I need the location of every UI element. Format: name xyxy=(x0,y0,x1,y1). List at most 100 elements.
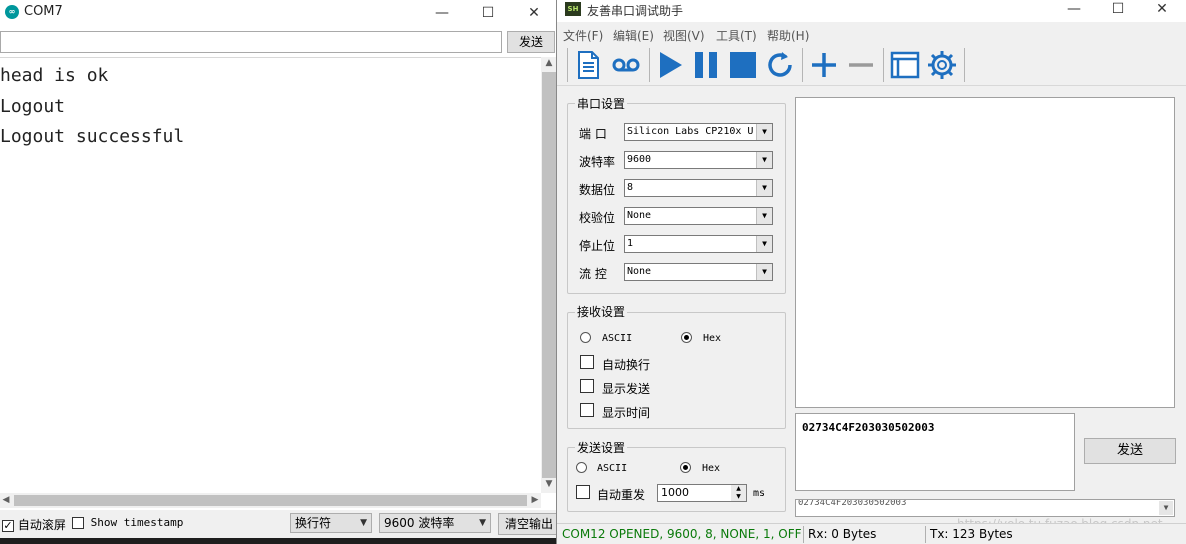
send-hex-radio[interactable] xyxy=(680,462,691,473)
window-icon[interactable] xyxy=(888,48,922,82)
recv-hex-radio[interactable] xyxy=(681,332,692,343)
chevron-down-icon: ▼ xyxy=(756,124,772,140)
send-settings-title: 发送设置 xyxy=(575,439,628,456)
minimize-icon[interactable]: — xyxy=(1051,0,1097,20)
databits-select[interactable]: 8 ▼ xyxy=(624,179,773,197)
close-icon[interactable]: ✕ xyxy=(1139,0,1185,20)
chevron-down-icon: ▼ xyxy=(360,518,367,528)
line-ending-value: 换行符 xyxy=(295,516,332,530)
output-line: Logout successful xyxy=(0,126,185,147)
stopbits-select[interactable]: 1 ▼ xyxy=(624,235,773,253)
close-icon[interactable]: ✕ xyxy=(511,0,557,26)
arduino-serial-monitor-window: ∞ COM7 — ☐ ✕ 发送 head is ok Logout Logout… xyxy=(0,0,557,544)
timestamp-checkbox[interactable]: Show timestamp xyxy=(72,516,183,529)
refresh-icon[interactable] xyxy=(763,48,797,82)
menu-view[interactable]: 视图(V) xyxy=(663,27,705,44)
parity-value: None xyxy=(627,210,652,221)
flow-value: None xyxy=(627,266,652,277)
scroll-right-icon[interactable]: ▶ xyxy=(529,495,541,505)
serial-input[interactable] xyxy=(0,31,502,53)
auto-resend-label: 自动重发 xyxy=(597,488,646,502)
send-textarea[interactable]: 02734C4F203030502003 xyxy=(795,413,1075,491)
send-history-combo[interactable]: 02734C4F203030502003 ▼ xyxy=(795,499,1175,517)
baud-label: 波特率 xyxy=(579,155,616,169)
pause-icon[interactable] xyxy=(689,48,723,82)
auto-newline-checkbox[interactable] xyxy=(580,355,594,369)
parity-select[interactable]: None ▼ xyxy=(624,207,773,225)
arduino-logo-icon: ∞ xyxy=(5,5,19,19)
spin-up-icon[interactable]: ▲ xyxy=(731,485,746,493)
baud-rate-value: 9600 波特率 xyxy=(384,516,455,530)
show-send-checkbox[interactable] xyxy=(580,379,594,393)
show-send-label: 显示发送 xyxy=(602,382,651,396)
autoscroll-checkbox[interactable]: 自动滚屏 xyxy=(2,516,66,533)
auto-resend-checkbox[interactable] xyxy=(576,485,590,499)
stopbits-label: 停止位 xyxy=(579,239,616,253)
resend-interval-spinner[interactable]: 1000 ▲ ▼ xyxy=(657,484,747,502)
record-icon[interactable] xyxy=(609,48,643,82)
auto-newline-label: 自动换行 xyxy=(602,358,651,372)
status-separator xyxy=(803,526,804,543)
window-title: 友善串口调试助手 xyxy=(587,4,684,18)
line-ending-select[interactable]: 换行符 ▼ xyxy=(290,513,372,533)
toolbar-separator xyxy=(964,48,965,82)
tx-count: Tx: 123 Bytes xyxy=(930,527,1013,541)
checkbox-icon[interactable] xyxy=(72,517,84,529)
scroll-left-icon[interactable]: ◀ xyxy=(0,495,12,505)
port-value: Silicon Labs CP210x U xyxy=(627,126,754,137)
port-settings-title: 串口设置 xyxy=(575,95,628,112)
chevron-down-icon: ▼ xyxy=(756,236,772,252)
chevron-down-icon: ▼ xyxy=(756,208,772,224)
chevron-down-icon: ▼ xyxy=(756,180,772,196)
output-line: head is ok xyxy=(0,65,109,86)
databits-label: 数据位 xyxy=(579,183,616,197)
horizontal-scroll-thumb[interactable] xyxy=(14,495,527,506)
send-button[interactable]: 发送 xyxy=(1084,438,1176,464)
port-select[interactable]: Silicon Labs CP210x U ▼ xyxy=(624,123,773,141)
title-bar: SH 友善串口调试助手 — ☐ ✕ xyxy=(557,0,1186,22)
menu-file[interactable]: 文件(F) xyxy=(563,27,603,44)
receive-area[interactable] xyxy=(795,97,1175,408)
minimize-icon[interactable]: — xyxy=(419,0,465,26)
menu-help[interactable]: 帮助(H) xyxy=(767,27,809,44)
minus-icon[interactable] xyxy=(844,48,878,82)
toolbar-separator xyxy=(802,48,803,82)
show-time-checkbox[interactable] xyxy=(580,403,594,417)
stop-icon[interactable] xyxy=(726,48,760,82)
maximize-icon[interactable]: ☐ xyxy=(1095,0,1141,20)
baud-rate-select[interactable]: 9600 波特率 ▼ xyxy=(379,513,491,533)
gear-icon[interactable] xyxy=(925,48,959,82)
recv-settings-title: 接收设置 xyxy=(575,303,628,320)
history-value: 02734C4F203030502003 xyxy=(798,499,907,508)
maximize-icon[interactable]: ☐ xyxy=(465,0,511,26)
port-label: 端 口 xyxy=(579,127,607,141)
play-icon[interactable] xyxy=(653,48,687,82)
chevron-down-icon: ▼ xyxy=(1159,501,1173,515)
recv-settings-group xyxy=(567,312,786,429)
vertical-scroll-thumb[interactable] xyxy=(542,72,556,478)
title-bar: ∞ COM7 — ☐ ✕ xyxy=(0,0,557,26)
taskbar-edge xyxy=(0,538,557,544)
menu-edit[interactable]: 编辑(E) xyxy=(613,27,654,44)
flow-select[interactable]: None ▼ xyxy=(624,263,773,281)
recv-ascii-radio[interactable] xyxy=(580,332,591,343)
new-doc-icon[interactable] xyxy=(571,48,605,82)
send-ascii-radio[interactable] xyxy=(576,462,587,473)
recv-hex-label: Hex xyxy=(703,333,722,344)
scroll-up-icon[interactable]: ▲ xyxy=(541,58,557,68)
scroll-down-icon[interactable]: ▼ xyxy=(541,479,557,489)
spin-down-icon[interactable]: ▼ xyxy=(731,493,746,501)
timestamp-label: Show timestamp xyxy=(90,516,184,529)
parity-label: 校验位 xyxy=(579,211,616,225)
send-button[interactable]: 发送 xyxy=(507,31,555,53)
output-line: Logout xyxy=(0,95,66,117)
status-bar: COM12 OPENED, 9600, 8, NONE, 1, OFF Rx: … xyxy=(557,523,1186,544)
checkbox-checked-icon[interactable] xyxy=(2,519,14,532)
clear-output-button[interactable]: 清空输出 xyxy=(498,513,557,535)
send-hex-label: Hex xyxy=(702,463,721,474)
baud-select[interactable]: 9600 ▼ xyxy=(624,151,773,169)
plus-icon[interactable] xyxy=(807,48,841,82)
menu-tools[interactable]: 工具(T) xyxy=(716,27,757,44)
toolbar-separator xyxy=(649,48,650,82)
interval-value: 1000 xyxy=(661,486,689,499)
